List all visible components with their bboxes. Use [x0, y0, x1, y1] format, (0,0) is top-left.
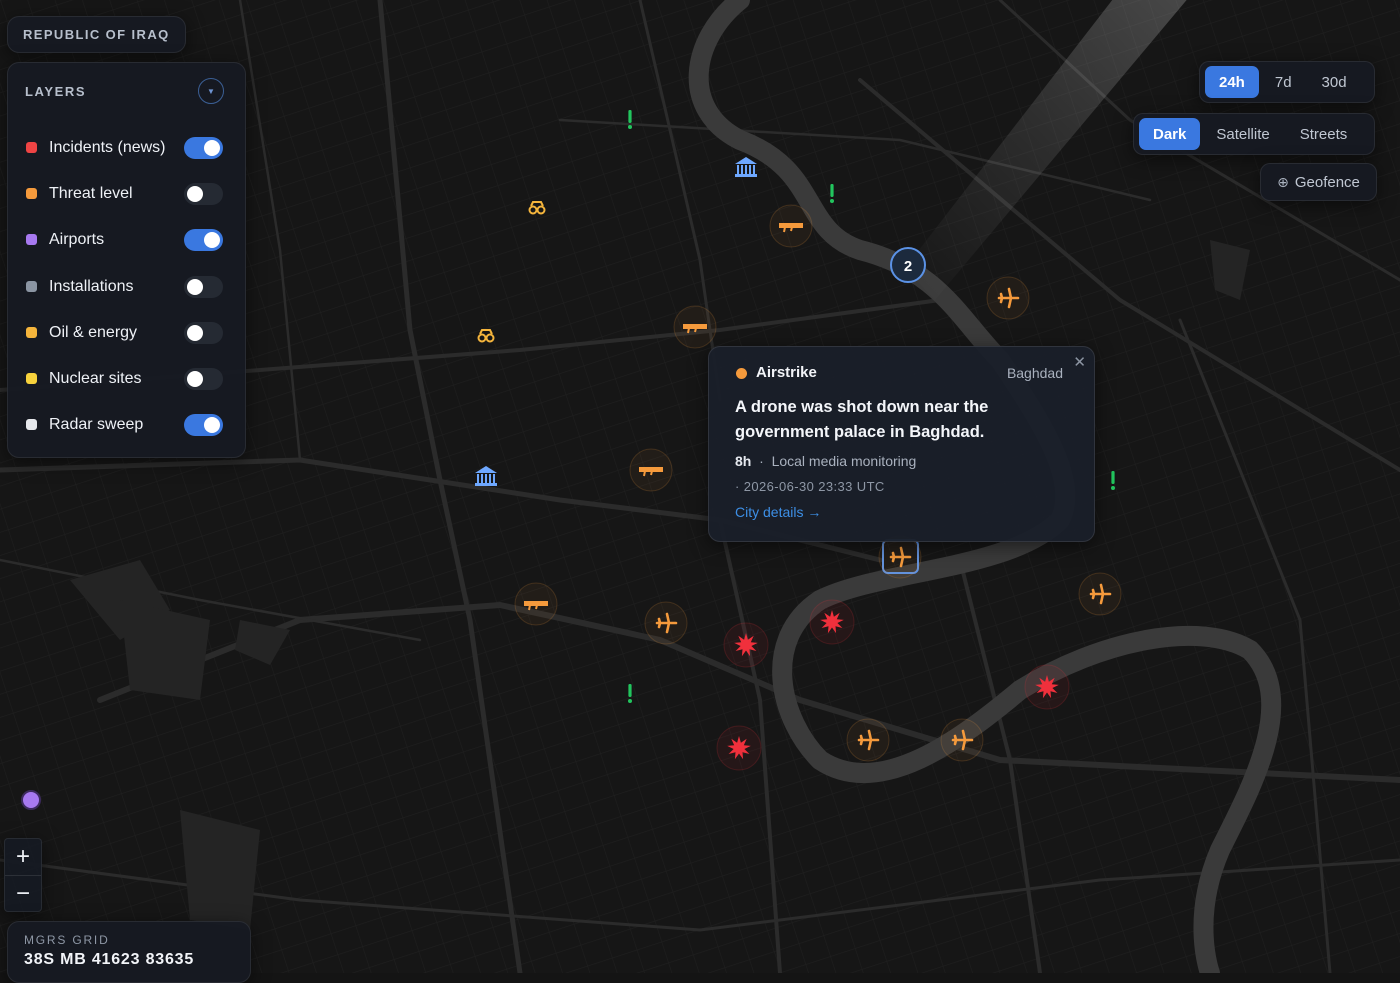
- layer-row[interactable]: Oil & energy: [8, 313, 245, 353]
- cluster-marker[interactable]: 2: [890, 247, 926, 283]
- toggle-knob: [187, 279, 203, 295]
- layer-toggle[interactable]: [184, 322, 223, 344]
- crosshair-icon: ⊕: [1277, 173, 1289, 190]
- basemap-option[interactable]: Dark: [1139, 118, 1201, 150]
- incident-meta: 8h · Local media monitoring: [735, 453, 916, 469]
- chevron-down-icon: ▼: [207, 86, 215, 96]
- mgrs-value: 38S MB 41623 83635: [24, 951, 195, 968]
- basemap-option[interactable]: Streets: [1286, 118, 1362, 150]
- layer-color-dot: [26, 142, 37, 153]
- incident-timestamp: · 2026-06-30 23:33 UTC: [735, 479, 885, 494]
- country-label: REPUBLIC OF IRAQ: [7, 16, 186, 53]
- time-range-selector: 24h 7d 30d: [1199, 61, 1375, 103]
- explosion-icon[interactable]: [809, 599, 855, 645]
- cluster-count: 2: [904, 258, 912, 275]
- incident-title: A drone was shot down near the governmen…: [735, 398, 989, 441]
- layers-title: LAYERS: [25, 84, 87, 99]
- basemap-option[interactable]: Satellite: [1202, 118, 1283, 150]
- toggle-knob: [187, 371, 203, 387]
- alert-icon[interactable]: [628, 110, 632, 129]
- airstrike-plane-icon[interactable]: [940, 718, 984, 762]
- geofence-button[interactable]: ⊕ Geofence: [1260, 163, 1377, 201]
- mgrs-label: MGRS GRID: [24, 933, 110, 947]
- toggle-knob: [204, 417, 220, 433]
- layer-label: Airports: [49, 231, 105, 248]
- airstrike-plane-icon[interactable]: [878, 535, 922, 579]
- layer-toggle[interactable]: [184, 137, 223, 159]
- layer-label: Oil & energy: [49, 324, 138, 341]
- layer-color-dot: [26, 234, 37, 245]
- layer-row[interactable]: Airports: [8, 220, 245, 260]
- layer-toggle[interactable]: [184, 368, 223, 390]
- layer-label: Incidents (news): [49, 139, 166, 156]
- layer-label: Radar sweep: [49, 416, 144, 433]
- layer-toggle[interactable]: [184, 229, 223, 251]
- layers-panel: LAYERS ▼ Incidents (news) Threat level Air…: [7, 62, 246, 458]
- toggle-knob: [204, 140, 220, 156]
- layer-label: Threat level: [49, 185, 133, 202]
- layer-color-dot: [26, 373, 37, 384]
- layer-color-dot: [26, 188, 37, 199]
- meta-separator: ·: [755, 453, 768, 469]
- layer-row[interactable]: Threat level: [8, 174, 245, 214]
- incident-source: Local media monitoring: [771, 453, 917, 469]
- airstrike-plane-icon[interactable]: [644, 601, 688, 645]
- airstrike-plane-icon[interactable]: [986, 276, 1030, 320]
- time-range-option[interactable]: 30d: [1308, 66, 1361, 98]
- explosion-icon[interactable]: [1024, 664, 1070, 710]
- airstrike-plane-icon[interactable]: [846, 718, 890, 762]
- incident-age: 8h: [735, 453, 752, 469]
- layer-color-dot: [26, 327, 37, 338]
- layer-label: Nuclear sites: [49, 370, 142, 387]
- close-icon[interactable]: ✕: [1073, 353, 1086, 371]
- alert-icon[interactable]: [830, 184, 834, 203]
- incident-popup: Airstrike Baghdad ✕ A drone was shot dow…: [708, 346, 1095, 542]
- zoom-in-button[interactable]: +: [5, 839, 41, 875]
- toggle-knob: [187, 186, 203, 202]
- layer-toggle[interactable]: [184, 183, 223, 205]
- alert-icon[interactable]: [628, 684, 632, 703]
- airstrike-plane-icon[interactable]: [1078, 572, 1122, 616]
- weapon-icon[interactable]: [673, 305, 717, 349]
- zoom-out-button[interactable]: −: [5, 876, 41, 912]
- time-range-option[interactable]: 7d: [1261, 66, 1306, 98]
- layer-toggle[interactable]: [184, 414, 223, 436]
- alert-icon[interactable]: [1111, 471, 1115, 490]
- basemap-selector: Dark Satellite Streets: [1133, 113, 1375, 155]
- mgrs-panel: MGRS GRID 38S MB 41623 83635: [7, 921, 251, 983]
- layer-color-dot: [26, 419, 37, 430]
- layer-label: Installations: [49, 278, 134, 295]
- city-details-link[interactable]: City details →: [735, 504, 821, 520]
- weapon-icon[interactable]: [629, 448, 673, 492]
- layer-color-dot: [26, 281, 37, 292]
- layer-toggle[interactable]: [184, 276, 223, 298]
- layer-row[interactable]: Nuclear sites: [8, 359, 245, 399]
- weapon-icon[interactable]: [769, 204, 813, 248]
- incident-city: Baghdad: [1006, 365, 1063, 381]
- incident-type-dot: [736, 368, 747, 379]
- time-range-option[interactable]: 24h: [1205, 66, 1259, 98]
- zoom-control: + −: [4, 838, 42, 912]
- airport-marker[interactable]: [21, 790, 41, 810]
- incident-type: Airstrike: [756, 364, 817, 381]
- weapon-icon[interactable]: [514, 582, 558, 626]
- collapse-layers-button[interactable]: ▼: [198, 78, 224, 104]
- explosion-icon[interactable]: [723, 622, 769, 668]
- explosion-icon[interactable]: [716, 725, 762, 771]
- toggle-knob: [204, 232, 220, 248]
- layer-row[interactable]: Incidents (news): [8, 128, 245, 168]
- layer-row[interactable]: Installations: [8, 267, 245, 307]
- layer-row[interactable]: Radar sweep: [8, 405, 245, 445]
- toggle-knob: [187, 325, 203, 341]
- geofence-label: Geofence: [1294, 173, 1360, 191]
